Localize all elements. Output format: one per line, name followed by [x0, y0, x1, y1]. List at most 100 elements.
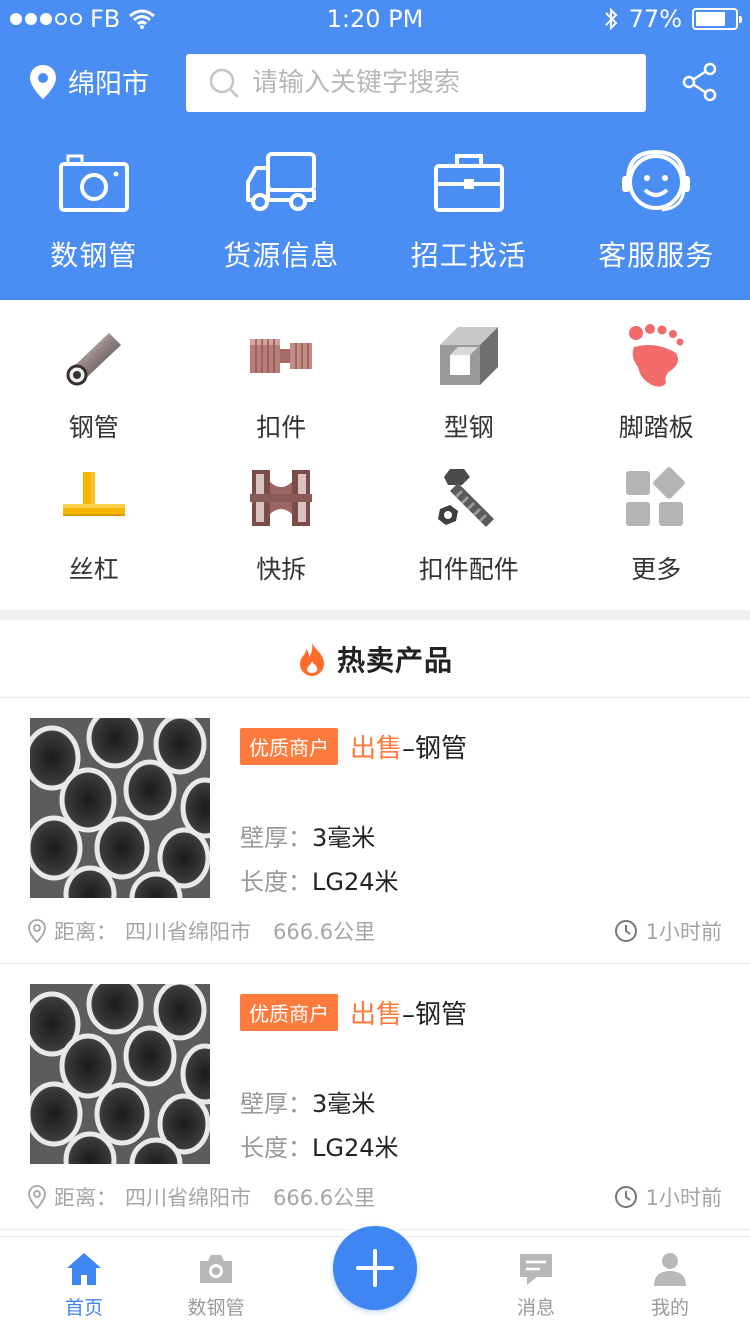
tab-label: 我的 [650, 1297, 689, 1319]
location-selector[interactable]: 绵阳市 [28, 62, 149, 101]
quick-nav-label: 招工找活 [410, 239, 527, 272]
location-text: 四川省绵阳市 [125, 1186, 251, 1210]
location-text: 四川省绵阳市 [125, 920, 251, 944]
quick-nav-label: 客服服务 [598, 239, 715, 272]
bolt-nut-icon [435, 464, 503, 532]
time-info: 1小时前 [614, 1182, 722, 1212]
category-label: 型钢 [443, 413, 494, 442]
clamp-icon [247, 322, 315, 390]
sale-tag: 出售 [350, 734, 403, 764]
distance-info: 距离： 四川省绵阳市 666.6公里 [28, 1182, 375, 1212]
category-screw-jack[interactable]: 丝杠 [0, 464, 188, 586]
product-footer: 距离： 四川省绵阳市 666.6公里 1小时前 [28, 1182, 722, 1212]
category-label: 扣件 [256, 413, 307, 442]
tab-messages[interactable]: 消息 [486, 1251, 586, 1320]
quick-nav-count-pipes[interactable]: 数钢管 [0, 150, 188, 274]
merchant-badge: 优质商户 [240, 994, 338, 1031]
post-time: 1小时前 [645, 920, 722, 944]
spec-length: 长度：LG24米 [240, 1128, 399, 1163]
support-headset-icon [622, 150, 691, 212]
battery-percent: 77% [628, 5, 682, 33]
product-name: 出售–钢管 [350, 994, 467, 1031]
product-footer: 距离： 四川省绵阳市 666.6公里 1小时前 [28, 916, 722, 946]
screw-jack-icon [60, 464, 128, 532]
category-quick-release[interactable]: 快拆 [188, 464, 376, 586]
spec-label: 壁厚： [240, 1090, 312, 1118]
quick-release-icon [247, 464, 315, 532]
status-right: 77% [603, 5, 742, 33]
product-card[interactable]: 优质商户 出售–钢管 壁厚：3毫米 长度：LG24米 距离： 四川省绵阳市 66… [0, 964, 750, 1230]
spec-thickness: 壁厚：3毫米 [240, 818, 375, 853]
category-row: 丝杠 快拆 扣件配件 更多 [0, 464, 750, 586]
quick-nav-jobs[interactable]: 招工找活 [375, 150, 563, 274]
sale-tag: 出售 [350, 1000, 403, 1030]
category-more[interactable]: 更多 [563, 464, 750, 586]
quick-nav: 数钢管 货源信息 招工找活 客服服务 [0, 150, 750, 274]
tab-label: 首页 [64, 1297, 103, 1319]
quick-nav-label: 数钢管 [50, 239, 138, 272]
tab-label: 数钢管 [187, 1297, 245, 1319]
product-card[interactable]: 优质商户 出售–钢管 壁厚：3毫米 长度：LG24米 距离： 四川省绵阳市 66… [0, 698, 750, 964]
footprint-icon [622, 322, 690, 390]
bottom-tab-bar: 首页 数钢管 消息 我的 [0, 1223, 750, 1334]
add-post-button[interactable] [333, 1226, 417, 1310]
tab-label: 消息 [516, 1297, 555, 1319]
tab-count-pipes[interactable]: 数钢管 [166, 1251, 266, 1320]
quick-nav-support[interactable]: 客服服务 [563, 150, 750, 274]
title-dash: – [402, 1000, 416, 1030]
distance-info: 距离： 四川省绵阳市 666.6公里 [28, 916, 375, 946]
product-category: 钢管 [415, 1000, 468, 1030]
location-pin-icon [28, 1185, 46, 1209]
section-steel-icon [435, 322, 503, 390]
tab-home[interactable]: 首页 [34, 1251, 134, 1320]
category-clamp-parts[interactable]: 扣件配件 [375, 464, 563, 586]
category-section-steel[interactable]: 型钢 [375, 322, 563, 444]
camera-icon [200, 1255, 232, 1283]
category-steel-pipe[interactable]: 钢管 [0, 322, 188, 444]
spec-value: LG24米 [312, 1134, 399, 1162]
bluetooth-icon [604, 7, 618, 31]
distance-value: 666.6公里 [273, 920, 376, 944]
toolbox-icon [433, 154, 504, 212]
category-label: 扣件配件 [418, 555, 519, 584]
app-screen: FB 1:20 PM 77% 绵阳市 请输入关键字搜索 数钢管 货源信息 招工找… [0, 0, 750, 1334]
user-icon [654, 1253, 686, 1286]
spec-label: 长度： [240, 1134, 312, 1162]
product-name: 出售–钢管 [350, 728, 467, 765]
truck-icon [246, 152, 317, 211]
quick-nav-goods-info[interactable]: 货源信息 [188, 150, 376, 274]
category-clamp[interactable]: 扣件 [188, 322, 376, 444]
quick-nav-label: 货源信息 [223, 239, 340, 272]
spec-label: 长度： [240, 868, 312, 896]
merchant-badge: 优质商户 [240, 728, 338, 765]
location-pin-icon [30, 64, 56, 99]
tab-mine[interactable]: 我的 [620, 1251, 720, 1320]
category-label: 快拆 [256, 555, 307, 584]
search-icon [209, 68, 239, 98]
title-dash: – [402, 734, 416, 764]
category-label: 丝杠 [68, 555, 119, 584]
plus-icon [356, 1249, 394, 1287]
search-box[interactable] [186, 54, 646, 112]
category-grid: 钢管 扣件 型钢 脚踏板 丝杠 快拆 扣件配件 更多 [0, 300, 750, 610]
location-pin-icon [28, 919, 46, 943]
camera-icon [58, 154, 129, 212]
section-divider [0, 610, 750, 620]
product-title: 优质商户 出售–钢管 [240, 994, 467, 1031]
battery-level-fill [696, 12, 726, 26]
top-bar: 绵阳市 [0, 52, 750, 112]
time-info: 1小时前 [614, 916, 722, 946]
product-title: 优质商户 出售–钢管 [240, 728, 467, 765]
section-title: 热卖产品 [336, 643, 453, 677]
distance-value: 666.6公里 [273, 1186, 376, 1210]
share-icon[interactable] [682, 62, 718, 102]
category-footboard[interactable]: 脚踏板 [563, 322, 750, 444]
battery-icon [692, 8, 742, 30]
product-image [30, 718, 210, 898]
flame-icon [299, 641, 324, 676]
home-icon [67, 1253, 101, 1285]
search-input[interactable] [252, 68, 622, 98]
hot-products-header: 热卖产品 [0, 620, 750, 698]
spec-label: 壁厚： [240, 824, 312, 852]
city-label: 绵阳市 [68, 69, 149, 100]
